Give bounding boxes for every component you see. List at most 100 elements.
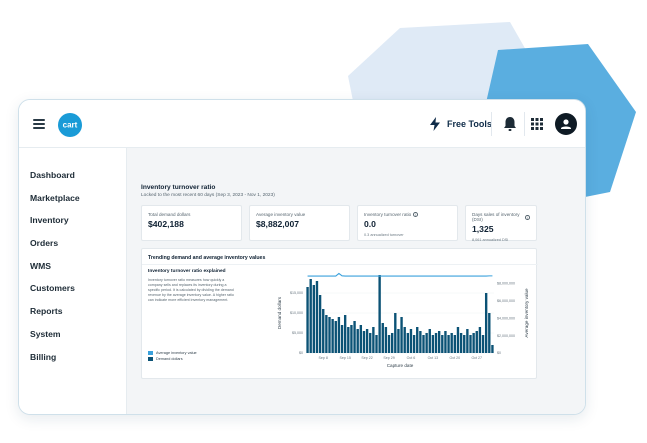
- kpi-value: 0.0: [364, 219, 376, 229]
- bar[interactable]: [309, 279, 312, 353]
- bar[interactable]: [434, 333, 438, 353]
- kpi-card-demand: Total demand dollars $402,188: [141, 205, 242, 241]
- bar[interactable]: [447, 335, 450, 353]
- bar[interactable]: [394, 313, 397, 353]
- bar[interactable]: [365, 329, 369, 353]
- bar[interactable]: [350, 325, 353, 353]
- bar[interactable]: [322, 309, 325, 353]
- free-tools-button[interactable]: Free Tools: [429, 115, 492, 133]
- bar[interactable]: [306, 287, 309, 353]
- bar[interactable]: [472, 333, 475, 353]
- bar[interactable]: [444, 331, 447, 353]
- bar[interactable]: [362, 331, 366, 353]
- sidebar-item-dashboard[interactable]: Dashboard: [19, 164, 126, 187]
- kpi-card-inventory-value: Average inventory value $8,882,007: [249, 205, 350, 241]
- bar[interactable]: [359, 325, 363, 353]
- bar[interactable]: [337, 317, 341, 353]
- bar[interactable]: [315, 281, 319, 353]
- bar[interactable]: [387, 335, 391, 353]
- hamburger-icon[interactable]: [33, 119, 45, 129]
- y-tick-label: $15,000: [290, 291, 303, 295]
- y-axis-label: Demand dollars: [277, 296, 282, 329]
- bar[interactable]: [375, 335, 378, 353]
- kpi-label: Days sales of inventory (DSI) i: [472, 212, 530, 222]
- x-tick-label: Sep 8: [319, 356, 328, 360]
- sidebar-item-system[interactable]: System: [19, 323, 126, 346]
- y2-tick-label: $0: [497, 351, 501, 355]
- x-tick-label: Oct 6: [407, 356, 416, 360]
- bar[interactable]: [441, 335, 444, 353]
- bar[interactable]: [437, 331, 441, 353]
- bar[interactable]: [488, 313, 491, 353]
- bar[interactable]: [347, 327, 350, 353]
- bar[interactable]: [459, 333, 463, 353]
- cart-logo[interactable]: cart: [57, 112, 83, 138]
- bar[interactable]: [409, 329, 413, 353]
- bar[interactable]: [469, 335, 472, 353]
- bar[interactable]: [403, 327, 406, 353]
- bar[interactable]: [343, 315, 347, 353]
- sidebar-item-inventory[interactable]: Inventory: [19, 209, 126, 232]
- free-tools-label: Free Tools: [447, 119, 492, 129]
- sidebar-item-wms[interactable]: WMS: [19, 255, 126, 278]
- bar[interactable]: [331, 319, 334, 353]
- apps-grid-icon[interactable]: [531, 118, 543, 130]
- bell-icon[interactable]: [503, 116, 517, 132]
- y-tick-label: $10,000: [290, 311, 303, 315]
- info-icon[interactable]: i: [413, 212, 419, 217]
- trend-chart: $0 $5,000 $10,000 $15,000 $0 $2,000,000 $4,000…: [277, 272, 529, 368]
- bar[interactable]: [372, 327, 375, 353]
- bar[interactable]: [419, 331, 422, 353]
- bar[interactable]: [356, 329, 359, 353]
- bar[interactable]: [478, 327, 482, 353]
- sidebar-item-customers[interactable]: Customers: [19, 277, 126, 300]
- kpi-label: Inventory turnover ratio i: [364, 212, 451, 217]
- bar[interactable]: [416, 327, 419, 353]
- x-tick-label: Oct 20: [450, 356, 461, 360]
- bar[interactable]: [475, 331, 478, 353]
- user-avatar[interactable]: [555, 113, 577, 135]
- kpi-card-turnover: Inventory turnover ratio i 0.0 0.3 annual…: [357, 205, 458, 241]
- sidebar-item-billing[interactable]: Billing: [19, 346, 126, 369]
- bar[interactable]: [422, 335, 425, 353]
- series-line-inventory[interactable]: [307, 272, 493, 277]
- bar[interactable]: [481, 335, 485, 353]
- bar[interactable]: [369, 333, 372, 353]
- kpi-value: $402,188: [148, 219, 184, 229]
- bar[interactable]: [390, 333, 394, 353]
- bar[interactable]: [431, 335, 435, 353]
- bar[interactable]: [463, 335, 466, 353]
- bar[interactable]: [334, 321, 337, 353]
- bar[interactable]: [340, 325, 344, 353]
- bar[interactable]: [456, 327, 460, 353]
- sidebar-item-reports[interactable]: Reports: [19, 300, 126, 323]
- info-icon[interactable]: i: [525, 214, 530, 220]
- bar[interactable]: [384, 327, 388, 353]
- sidebar-item-orders[interactable]: Orders: [19, 232, 126, 255]
- bar[interactable]: [412, 335, 416, 353]
- bar[interactable]: [406, 333, 410, 353]
- bar[interactable]: [397, 329, 400, 353]
- page-title: Inventory turnover ratio: [141, 184, 216, 191]
- bar[interactable]: [378, 275, 381, 353]
- trend-chart-card: Trending demand and average inventory va…: [141, 248, 538, 379]
- bar[interactable]: [312, 285, 316, 353]
- bar[interactable]: [491, 345, 494, 353]
- bolt-icon: [430, 117, 440, 131]
- bar[interactable]: [325, 315, 328, 353]
- bar[interactable]: [328, 317, 331, 353]
- bar[interactable]: [453, 335, 457, 353]
- sidebar-item-marketplace[interactable]: Marketplace: [19, 187, 126, 210]
- bar[interactable]: [425, 333, 428, 353]
- bar[interactable]: [428, 329, 431, 353]
- bar[interactable]: [318, 295, 322, 353]
- top-bar: cart Free Tools: [19, 100, 585, 148]
- bar[interactable]: [400, 317, 403, 353]
- y-tick-label: $0: [299, 351, 303, 355]
- bar[interactable]: [450, 333, 453, 353]
- bar[interactable]: [484, 293, 488, 353]
- bar[interactable]: [353, 321, 356, 353]
- bar[interactable]: [466, 329, 469, 353]
- bar[interactable]: [381, 323, 384, 353]
- y2-axis-label: Average inventory value: [524, 288, 529, 338]
